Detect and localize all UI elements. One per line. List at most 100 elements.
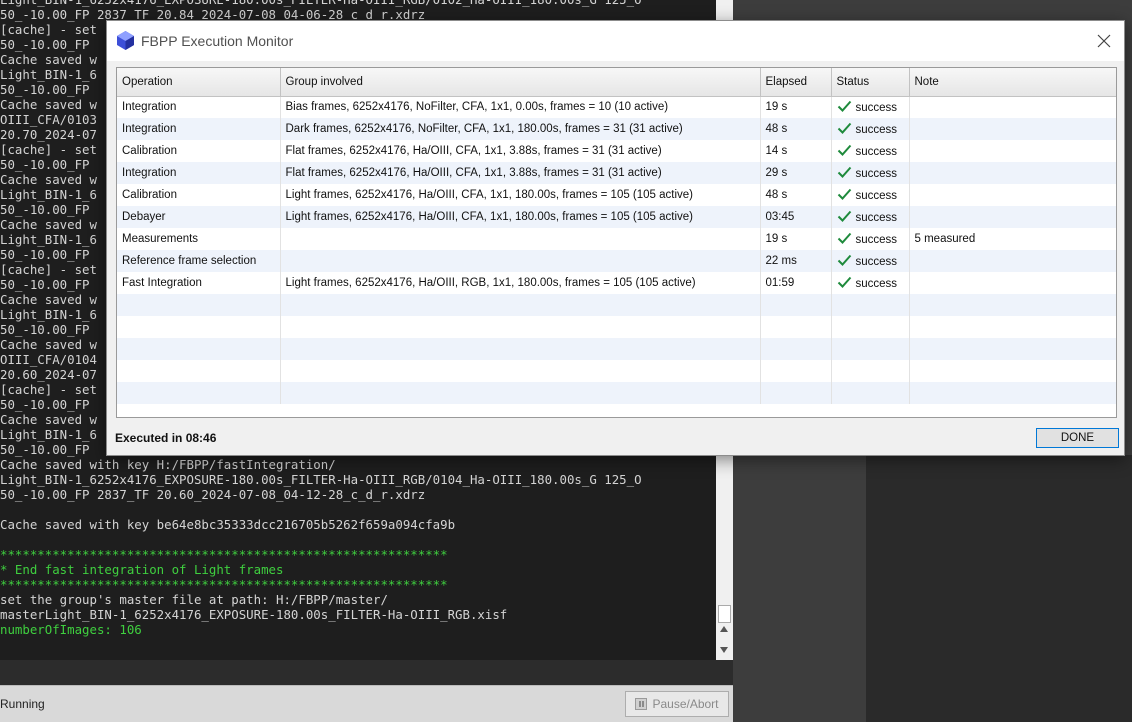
cell-status: success <box>831 140 910 162</box>
table-row[interactable]: Integration Bias frames, 6252x4176, NoFil… <box>117 96 1116 118</box>
cell-status: success <box>831 228 910 250</box>
cell-elapsed: 48 s <box>760 184 832 206</box>
pause-icon <box>635 698 648 710</box>
executed-time-label: Executed in 08:46 <box>115 431 217 445</box>
operations-table[interactable]: Operation Group involved Elapsed Status … <box>116 67 1117 418</box>
execution-monitor-dialog: FBPP Execution Monitor Operation Group i… <box>106 20 1125 456</box>
table-row[interactable]: Measurements 19 s success 5 measured <box>117 228 1116 250</box>
cell-group: Light frames, 6252x4176, Ha/OIII, CFA, 1… <box>280 206 761 228</box>
cell-note <box>909 338 1116 360</box>
cell-operation: Measurements <box>117 228 281 250</box>
pause-abort-button[interactable]: Pause/Abort <box>625 691 729 717</box>
scrollbar-thumb[interactable] <box>718 605 731 623</box>
status-text: success <box>855 168 898 180</box>
column-header-group[interactable]: Group involved <box>280 68 761 97</box>
status-text: success <box>855 212 898 224</box>
cell-status <box>831 316 910 338</box>
status-text: success <box>855 278 898 290</box>
checkmark-icon <box>837 210 851 222</box>
cell-group <box>280 382 761 404</box>
cell-operation: Reference frame selection <box>117 250 281 272</box>
cell-operation: Calibration <box>117 140 281 162</box>
column-header-operation[interactable]: Operation <box>117 68 281 97</box>
cell-note <box>909 184 1116 206</box>
cell-operation: Debayer <box>117 206 281 228</box>
console-gap <box>0 660 733 685</box>
cell-status: success <box>831 206 910 228</box>
scroll-down-arrow-icon[interactable] <box>720 647 728 653</box>
cell-elapsed: 29 s <box>760 162 832 184</box>
column-header-note[interactable]: Note <box>909 68 1116 97</box>
cell-note <box>909 316 1116 338</box>
cell-elapsed <box>760 382 832 404</box>
dialog-titlebar[interactable]: FBPP Execution Monitor <box>107 21 1124 61</box>
pause-abort-label: Pause/Abort <box>652 697 719 711</box>
table-row[interactable]: Integration Dark frames, 6252x4176, NoFil… <box>117 118 1116 140</box>
cell-elapsed: 03:45 <box>760 206 832 228</box>
scroll-up-arrow-icon[interactable] <box>720 626 728 632</box>
cell-elapsed: 22 ms <box>760 250 832 272</box>
cell-note <box>909 162 1116 184</box>
table-row[interactable]: Fast Integration Light frames, 6252x4176,… <box>117 272 1116 294</box>
cell-operation <box>117 360 281 382</box>
status-text: success <box>855 234 898 246</box>
table-row[interactable]: Calibration Light frames, 6252x4176, Ha/O… <box>117 184 1116 206</box>
cell-elapsed <box>760 316 832 338</box>
cell-note: 5 measured <box>909 228 1116 250</box>
cell-operation: Integration <box>117 118 281 140</box>
cell-note <box>909 250 1116 272</box>
cell-group <box>280 338 761 360</box>
status-text: success <box>855 146 898 158</box>
background-panel <box>866 455 1132 722</box>
checkmark-icon <box>837 122 851 134</box>
checkmark-icon <box>837 144 851 156</box>
cell-group <box>280 360 761 382</box>
cell-status: success <box>831 96 910 118</box>
cell-status: success <box>831 118 910 140</box>
cell-group: Flat frames, 6252x4176, Ha/OIII, CFA, 1x… <box>280 162 761 184</box>
table-row[interactable]: Integration Flat frames, 6252x4176, Ha/OI… <box>117 162 1116 184</box>
cell-elapsed: 14 s <box>760 140 832 162</box>
cell-status <box>831 338 910 360</box>
column-header-elapsed[interactable]: Elapsed <box>760 68 832 97</box>
console-line: 50_-10.00_FP 2837_TF 20.60_2024-07-08_04… <box>0 487 426 502</box>
cell-operation <box>117 382 281 404</box>
cell-elapsed <box>760 360 832 382</box>
console-line: Light_BIN-1_6252x4176_EXPOSURE-180.00s_F… <box>0 472 642 487</box>
cell-group <box>280 228 761 250</box>
cell-note <box>909 382 1116 404</box>
cell-operation <box>117 338 281 360</box>
cell-group: Dark frames, 6252x4176, NoFilter, CFA, 1… <box>280 118 761 140</box>
cell-note <box>909 294 1116 316</box>
cell-group: Flat frames, 6252x4176, Ha/OIII, CFA, 1x… <box>280 140 761 162</box>
cell-note <box>909 360 1116 382</box>
cell-operation <box>117 294 281 316</box>
checkmark-icon <box>837 232 851 244</box>
table-row[interactable] <box>117 316 1116 338</box>
console-line: masterLight_BIN-1_6252x4176_EXPOSURE-180… <box>0 607 508 622</box>
table-row[interactable]: Calibration Flat frames, 6252x4176, Ha/OI… <box>117 140 1116 162</box>
checkmark-icon <box>837 276 851 288</box>
cell-status: success <box>831 250 910 272</box>
cell-elapsed: 48 s <box>760 118 832 140</box>
cell-status: success <box>831 272 910 294</box>
checkmark-icon <box>837 254 851 266</box>
cell-operation <box>117 316 281 338</box>
close-button[interactable] <box>1084 21 1124 61</box>
checkmark-icon <box>837 166 851 178</box>
console-line: Cache saved with key H:/FBPP/fastIntegra… <box>0 457 336 472</box>
cell-note <box>909 96 1116 118</box>
table-row[interactable]: Reference frame selection 22 ms success <box>117 250 1116 272</box>
done-button[interactable]: DONE <box>1036 428 1119 448</box>
console-line: ****************************************… <box>0 577 448 592</box>
cell-elapsed: 01:59 <box>760 272 832 294</box>
table-row[interactable] <box>117 360 1116 382</box>
cell-group <box>280 250 761 272</box>
table-row[interactable]: Debayer Light frames, 6252x4176, Ha/OIII,… <box>117 206 1116 228</box>
table-row[interactable] <box>117 338 1116 360</box>
table-header-row: Operation Group involved Elapsed Status … <box>117 68 1116 97</box>
status-bar: Running Pause/Abort <box>0 685 733 722</box>
table-row[interactable] <box>117 294 1116 316</box>
table-row[interactable] <box>117 382 1116 404</box>
column-header-status[interactable]: Status <box>831 68 910 97</box>
